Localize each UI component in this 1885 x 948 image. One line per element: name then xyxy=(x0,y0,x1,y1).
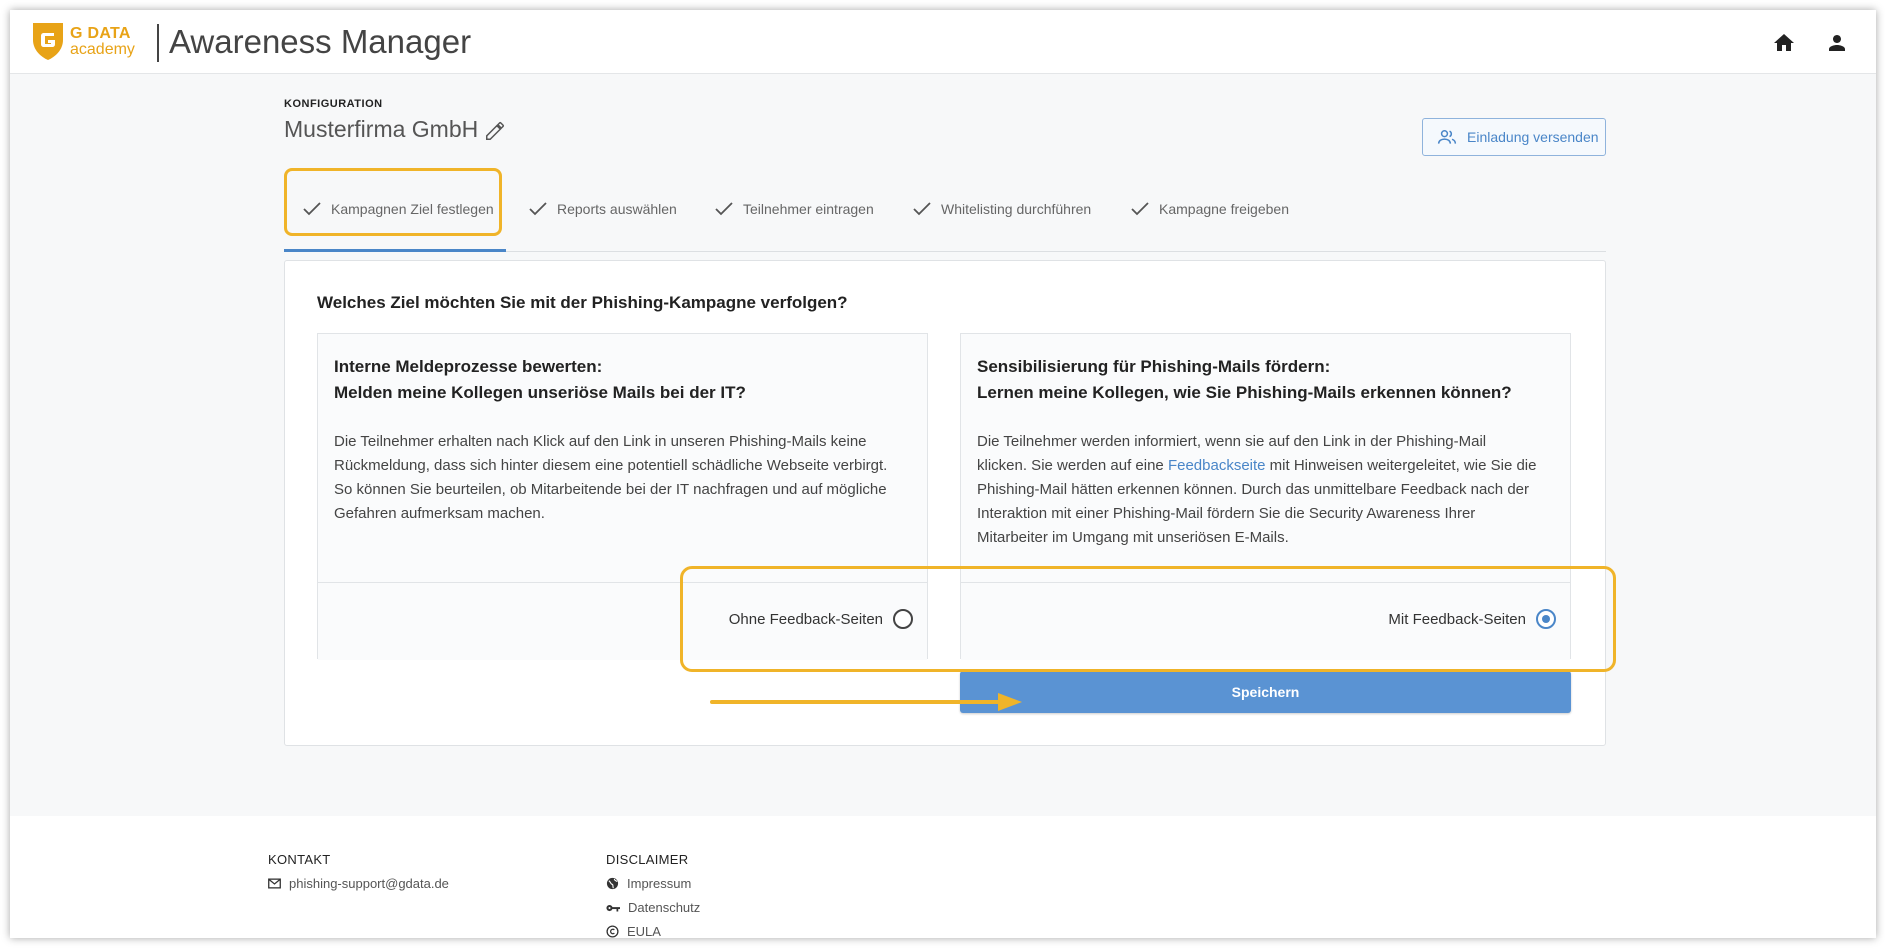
option-title-line: Lernen meine Kollegen, wie Sie Phishing-… xyxy=(977,383,1512,402)
desc-line: Mitarbeiter im Umgang mit unseriösen E-M… xyxy=(977,529,1289,546)
radio-ohne-feedback[interactable]: Ohne Feedback-Seiten xyxy=(729,609,913,629)
logo-line2: academy xyxy=(70,41,135,58)
option-title: Interne Meldeprozesse bewerten: Melden m… xyxy=(334,354,746,406)
check-icon xyxy=(913,202,931,216)
impressum-label: Impressum xyxy=(627,876,692,891)
goal-question: Welches Ziel möchten Sie mit der Phishin… xyxy=(317,293,848,312)
check-icon xyxy=(529,202,547,216)
step-label: Whitelisting durchführen xyxy=(941,201,1092,217)
option-description: Die Teilnehmer werden informiert, wenn s… xyxy=(977,430,1557,550)
desc-line: Gefahren aufmerksam machen. xyxy=(334,505,545,522)
check-icon xyxy=(715,202,733,216)
desc-text: mit Hinweisen weitergeleitet, wie Sie di… xyxy=(1265,457,1537,474)
header-divider xyxy=(157,24,159,62)
top-header: G DATA academy Awareness Manager xyxy=(10,10,1876,74)
contact-email: phishing-support@gdata.de xyxy=(289,876,449,891)
desc-line: klicken. Sie werden auf eine Feedbacksei… xyxy=(977,454,1557,478)
step-reports[interactable]: Reports auswählen xyxy=(528,194,677,224)
step-whitelisting[interactable]: Whitelisting durchführen xyxy=(912,194,1091,224)
option-footer: Mit Feedback-Seiten xyxy=(961,582,1570,660)
radio-button-unchecked[interactable] xyxy=(893,609,913,629)
app-window: G DATA academy Awareness Manager KONFIGU… xyxy=(10,10,1876,938)
step-kampagnen-ziel[interactable]: Kampagnen Ziel festlegen xyxy=(302,194,494,224)
option-title-line: Melden meine Kollegen unseriöse Mails be… xyxy=(334,383,746,402)
check-icon xyxy=(1131,202,1149,216)
send-invitation-button[interactable]: Einladung versenden xyxy=(1422,118,1606,156)
step-label: Kampagnen Ziel festlegen xyxy=(331,201,494,217)
contact-heading: KONTAKT xyxy=(268,852,331,867)
desc-line: Rückmeldung, dass sich hinter diesem ein… xyxy=(334,457,888,474)
radio-mit-feedback[interactable]: Mit Feedback-Seiten xyxy=(1388,609,1556,629)
home-button[interactable] xyxy=(1772,31,1796,55)
section-label: KONFIGURATION xyxy=(284,98,383,110)
desc-line: Interaktion mit einer Phishing-Mail förd… xyxy=(977,505,1476,522)
option-internal-reporting: Interne Meldeprozesse bewerten: Melden m… xyxy=(317,333,928,660)
radio-button-checked[interactable] xyxy=(1536,609,1556,629)
contact-email-link[interactable]: phishing-support@gdata.de xyxy=(268,876,449,891)
option-title-line: Interne Meldeprozesse bewerten: xyxy=(334,357,603,376)
radio-label: Mit Feedback-Seiten xyxy=(1388,610,1526,628)
edit-company-button[interactable] xyxy=(484,120,506,142)
option-title: Sensibilisierung für Phishing-Mails förd… xyxy=(977,354,1512,406)
gdata-shield-icon xyxy=(33,23,63,60)
disclaimer-heading: DISCLAIMER xyxy=(606,852,689,867)
option-phishing-awareness: Sensibilisierung für Phishing-Mails förd… xyxy=(960,333,1571,660)
mail-icon xyxy=(268,878,281,889)
radio-label: Ohne Feedback-Seiten xyxy=(728,610,883,628)
app-title: Awareness Manager xyxy=(169,23,472,60)
step-label: Reports auswählen xyxy=(557,201,677,217)
home-icon xyxy=(1774,34,1794,51)
pencil-icon xyxy=(486,122,504,140)
datenschutz-link[interactable]: Datenschutz xyxy=(606,900,700,915)
datenschutz-label: Datenschutz xyxy=(628,900,701,915)
eula-link[interactable]: EULA xyxy=(606,924,661,938)
step-label: Teilnehmer eintragen xyxy=(743,201,874,217)
option-title-line: Sensibilisierung für Phishing-Mails förd… xyxy=(977,357,1331,376)
user-account-button[interactable] xyxy=(1825,31,1849,55)
page-footer: KONTAKT phishing-support@gdata.de DISCLA… xyxy=(10,816,1876,938)
desc-text: klicken. Sie werden auf eine xyxy=(977,457,1168,474)
desc-line: So können Sie beurteilen, ob Mitarbeiten… xyxy=(334,481,887,498)
impressum-link[interactable]: Impressum xyxy=(606,876,691,891)
desc-line: Die Teilnehmer werden informiert, wenn s… xyxy=(977,433,1487,450)
key-icon xyxy=(606,904,620,911)
save-button[interactable]: Speichern xyxy=(960,671,1571,713)
wizard-steps: Kampagnen Ziel festlegen Reports auswähl… xyxy=(284,166,1606,252)
copyright-icon xyxy=(606,925,619,938)
campaign-goal-card: Welches Ziel möchten Sie mit der Phishin… xyxy=(284,260,1606,746)
send-invitation-label: Einladung versenden xyxy=(1467,129,1599,145)
active-step-indicator xyxy=(284,249,506,252)
people-icon xyxy=(1437,130,1457,144)
globe-icon xyxy=(606,877,619,890)
company-name: Musterfirma GmbH xyxy=(284,116,479,142)
step-freigeben[interactable]: Kampagne freigeben xyxy=(1130,194,1289,224)
eula-label: EULA xyxy=(627,924,661,938)
check-icon xyxy=(303,202,321,216)
feedbackseite-link[interactable]: Feedbackseite xyxy=(1168,457,1266,474)
user-icon xyxy=(1829,35,1845,51)
step-teilnehmer[interactable]: Teilnehmer eintragen xyxy=(714,194,874,224)
step-label: Kampagne freigeben xyxy=(1159,201,1289,217)
option-description: Die Teilnehmer erhalten nach Klick auf d… xyxy=(334,430,914,526)
desc-line: Die Teilnehmer erhalten nach Klick auf d… xyxy=(334,433,867,450)
option-footer: Ohne Feedback-Seiten xyxy=(318,582,927,660)
gdata-academy-logo[interactable]: G DATA academy xyxy=(30,20,146,64)
desc-line: Phishing-Mail hätten erkennen können. Du… xyxy=(977,481,1529,498)
